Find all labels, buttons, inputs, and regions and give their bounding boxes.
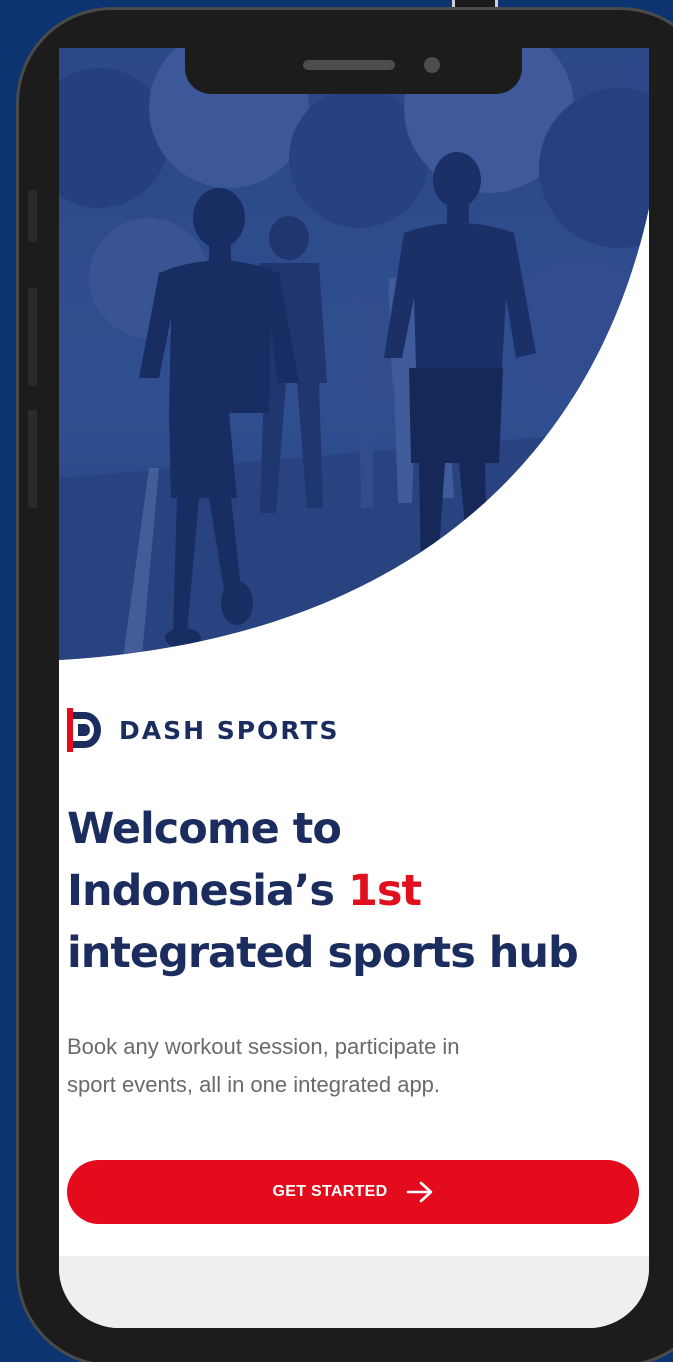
- brand-name: DASH SPORTS: [119, 715, 340, 745]
- headline-line2-prefix: Indonesia’s: [67, 866, 348, 916]
- brand-logo: DASH SPORTS: [67, 708, 340, 752]
- headline-line3: integrated sports hub: [67, 928, 579, 978]
- get-started-button[interactable]: GET STARTED: [67, 1160, 639, 1224]
- headline-accent-1st: 1st: [347, 866, 422, 916]
- welcome-screen: DASH SPORTS Welcome to Indonesia’s 1st i…: [59, 48, 649, 1328]
- front-camera: [424, 57, 440, 73]
- subtitle-line1: Book any workout session, participate in: [67, 1034, 460, 1059]
- get-started-label: GET STARTED: [272, 1183, 388, 1200]
- welcome-subtitle: Book any workout session, participate in…: [67, 1028, 567, 1104]
- speaker-grille: [303, 60, 395, 70]
- volume-down-button: [28, 410, 37, 508]
- hero-runners-image: [59, 48, 649, 660]
- app-showcase: DASH SPORTS Welcome to Indonesia’s 1st i…: [0, 0, 673, 1362]
- headline-line1: Welcome to: [67, 804, 342, 854]
- subtitle-line2: sport events, all in one integrated app.: [67, 1072, 441, 1097]
- welcome-headline: Welcome to Indonesia’s 1st integrated sp…: [67, 798, 647, 984]
- phone-notch: [185, 48, 522, 94]
- mute-switch: [28, 190, 37, 242]
- volume-up-button: [28, 288, 37, 386]
- dash-d-logo-icon: [67, 708, 101, 752]
- bottom-bar: [59, 1256, 649, 1328]
- arrow-right-icon: [406, 1181, 432, 1203]
